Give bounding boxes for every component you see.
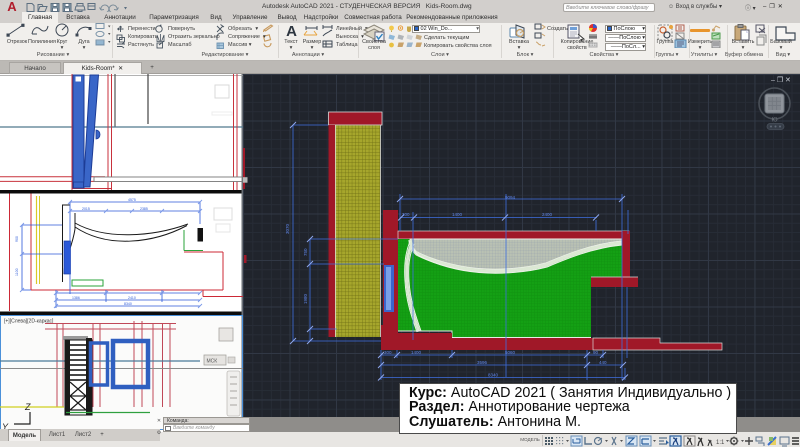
svg-text:3596: 3596: [477, 360, 488, 365]
svg-text:МСК: МСК: [207, 359, 218, 365]
svg-text:2385: 2385: [140, 207, 148, 211]
svg-text:900: 900: [15, 236, 19, 242]
svg-text:300: 300: [402, 212, 410, 217]
svg-text:Ю: Ю: [772, 118, 778, 124]
svg-text:– ❐ ✕: – ❐ ✕: [771, 76, 791, 84]
svg-text:5060: 5060: [505, 350, 516, 355]
svg-text:2410: 2410: [128, 296, 136, 300]
svg-text:9094: 9094: [505, 195, 516, 200]
svg-text:1100: 1100: [15, 268, 19, 276]
svg-text:1400: 1400: [411, 350, 422, 355]
svg-text:90: 90: [593, 350, 599, 355]
svg-text:440: 440: [599, 360, 607, 365]
svg-text:1386: 1386: [72, 296, 80, 300]
svg-text:1980: 1980: [303, 293, 308, 304]
svg-text:1:1: 1:1: [716, 440, 725, 446]
svg-text:8340: 8340: [488, 373, 499, 378]
svg-text:2400: 2400: [542, 212, 553, 217]
svg-text:3070: 3070: [285, 223, 290, 234]
svg-text:750: 750: [303, 248, 308, 256]
svg-text:Z: Z: [24, 402, 31, 412]
svg-text:2015: 2015: [82, 207, 90, 211]
svg-text:8340: 8340: [124, 302, 132, 306]
svg-text:4575: 4575: [128, 198, 136, 202]
svg-text:300: 300: [384, 350, 392, 355]
svg-text:1400: 1400: [452, 212, 463, 217]
